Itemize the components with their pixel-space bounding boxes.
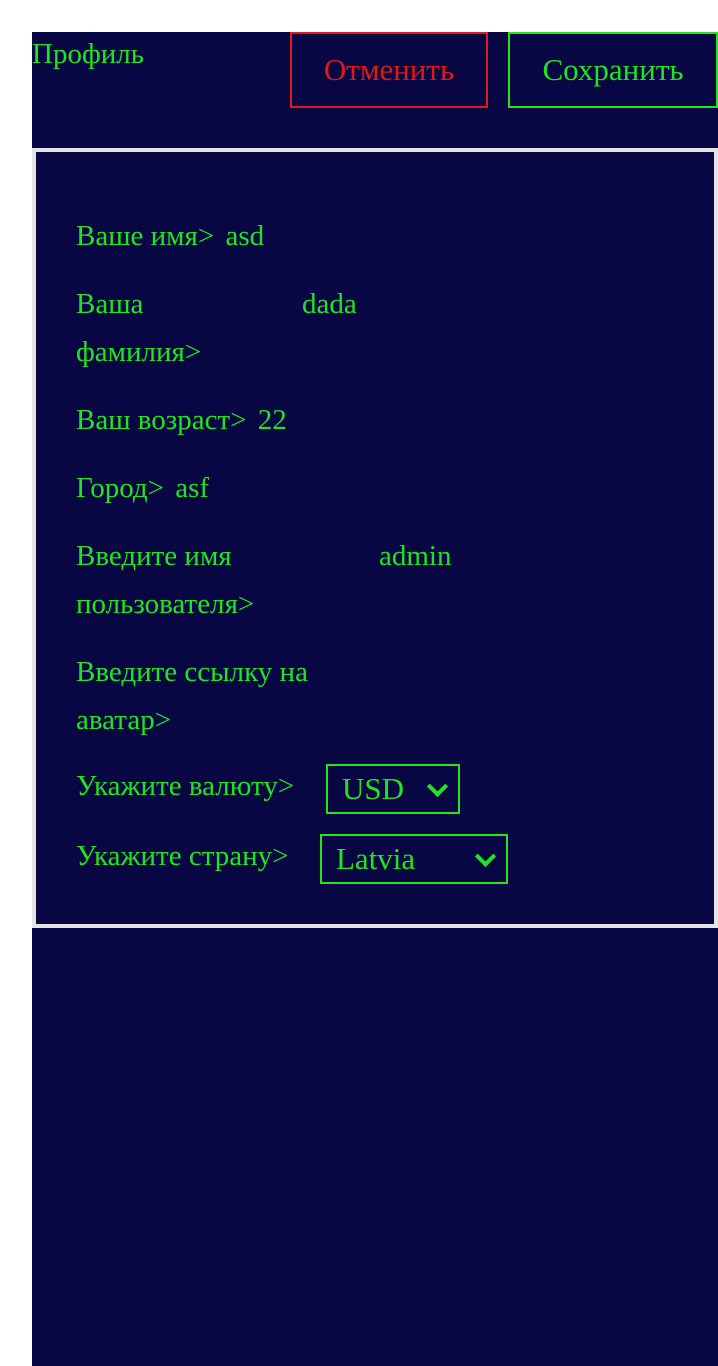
- username-label-line2: пользователя>: [76, 588, 255, 620]
- first-name-row: Ваше имя> asd: [76, 212, 264, 260]
- age-label: Ваш возраст>: [76, 404, 247, 436]
- save-button[interactable]: Сохранить: [508, 32, 718, 108]
- country-label: Укажите страну>: [76, 840, 289, 872]
- header: Профиль Отменить Сохранить: [32, 32, 718, 148]
- last-name-label-line1: Ваша: [76, 288, 144, 320]
- avatar-label-line1: Введите ссылку на: [76, 656, 308, 688]
- currency-selected: USD: [342, 771, 405, 806]
- country-selected: Latvia: [336, 841, 416, 876]
- chevron-down-icon: [426, 775, 449, 798]
- avatar-url-field[interactable]: [396, 648, 576, 696]
- country-select[interactable]: Latvia: [320, 834, 508, 884]
- city-label: Город>: [76, 472, 164, 504]
- profile-app: Профиль Отменить Сохранить Ваше имя> asd…: [32, 32, 718, 1366]
- city-field[interactable]: asf: [175, 472, 209, 504]
- currency-select[interactable]: USD: [326, 764, 460, 814]
- last-name-field[interactable]: dada: [302, 280, 357, 328]
- age-row: Ваш возраст> 22: [76, 396, 287, 444]
- last-name-label-line2: фамилия>: [76, 336, 202, 368]
- age-field[interactable]: 22: [258, 404, 287, 436]
- city-row: Город> asf: [76, 464, 209, 512]
- first-name-label: Ваше имя>: [76, 220, 215, 252]
- profile-form: Ваше имя> asd Ваша фамилия> dada Ваш воз…: [32, 148, 718, 928]
- cancel-button[interactable]: Отменить: [290, 32, 488, 108]
- username-field[interactable]: admin: [379, 532, 452, 580]
- currency-label: Укажите валюту>: [76, 770, 295, 802]
- page-title: Профиль: [32, 38, 144, 70]
- avatar-label-line2: аватар>: [76, 704, 172, 736]
- first-name-field[interactable]: asd: [225, 220, 264, 252]
- chevron-down-icon: [474, 845, 497, 868]
- username-label-line1: Введите имя: [76, 540, 232, 572]
